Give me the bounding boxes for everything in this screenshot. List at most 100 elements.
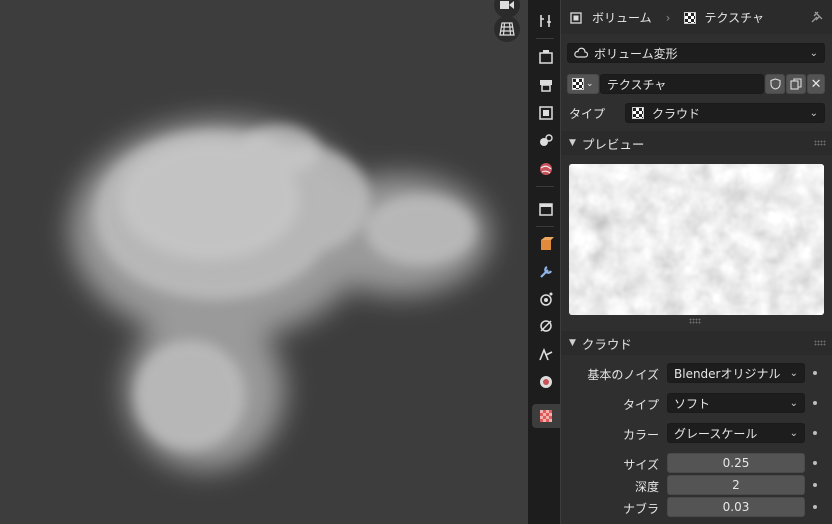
properties-header: ボリューム › テクスチャ: [561, 0, 832, 34]
type-label: タイプ: [569, 107, 606, 121]
nabla-value: 0.03: [722, 500, 750, 514]
texture-browse-button[interactable]: ⌄: [567, 74, 599, 94]
preview-resize-handle[interactable]: [689, 318, 701, 324]
unlink-texture-button[interactable]: ✕: [807, 74, 826, 94]
texture-name-value: テクスチャ: [606, 77, 667, 92]
render-icon: [539, 50, 553, 64]
output-icon: [540, 80, 552, 92]
depth-value: 2: [732, 478, 740, 492]
size-slider[interactable]: 0.25: [667, 453, 805, 473]
tab-modifier[interactable]: [532, 260, 560, 284]
tab-texture[interactable]: [532, 404, 560, 428]
object-icon: [541, 237, 554, 250]
keyframe-dot[interactable]: [813, 461, 817, 465]
texture-icon: [540, 410, 552, 422]
color-select[interactable]: グレースケール ⌄: [667, 423, 805, 443]
clouds-section-title: クラウド: [581, 336, 632, 352]
tab-particles[interactable]: [532, 287, 560, 311]
collection-icon: [539, 203, 553, 216]
modifier-select[interactable]: ボリューム変形 ⌄: [567, 43, 825, 63]
chevron-down-icon: ⌄: [809, 47, 818, 59]
world-icon: [540, 163, 552, 175]
modifier-icon: [540, 266, 552, 278]
breadcrumb-object: ボリューム: [592, 11, 652, 25]
depth-label: 深度: [634, 480, 659, 494]
size-value: 0.25: [722, 456, 750, 470]
breadcrumb-texture: テクスチャ: [704, 11, 764, 25]
texture-datablock: ⌄ テクスチャ ✕: [567, 74, 826, 94]
cloud-noise-preview: [569, 164, 824, 315]
keyframe-dot[interactable]: [813, 505, 817, 509]
noise-basis-value: Blenderオリジナル: [674, 366, 781, 381]
texture-type-value: クラウド: [652, 106, 701, 121]
tab-world[interactable]: [532, 157, 560, 181]
scene-icon: [540, 134, 553, 146]
physics-icon: [540, 320, 552, 332]
depth-slider[interactable]: 2: [667, 475, 805, 495]
duplicate-texture-button[interactable]: [786, 74, 807, 94]
chevron-down-icon: ⌄: [789, 367, 798, 379]
close-icon: ✕: [810, 76, 822, 92]
keyframe-dot[interactable]: [813, 371, 817, 375]
breadcrumb-separator: ›: [665, 10, 671, 25]
disclosure-triangle-icon: ▼: [569, 338, 576, 348]
drag-handle-icon[interactable]: [814, 340, 826, 346]
drag-handle-icon[interactable]: [814, 140, 826, 146]
fake-user-button[interactable]: [765, 74, 786, 94]
preview-section-title: プレビュー: [581, 136, 645, 152]
pin-icon[interactable]: [810, 10, 824, 24]
texture-checker-icon: [684, 11, 697, 24]
camera-icon: [500, 1, 514, 9]
tab-output[interactable]: [532, 73, 560, 97]
chevron-down-icon: ⌄: [789, 427, 798, 439]
modifier-select-value: ボリューム変形: [594, 46, 678, 61]
properties-tab-strip: [528, 0, 560, 524]
particles-icon: [540, 292, 553, 306]
constraints-icon: [539, 347, 553, 361]
size-label: サイズ: [623, 458, 659, 472]
nabla-slider[interactable]: 0.03: [667, 497, 805, 517]
copy-icon: [790, 78, 802, 90]
noise-type-value: ソフト: [674, 396, 711, 411]
disclosure-triangle-icon: ▼: [569, 138, 576, 148]
texture-checker-icon: [572, 78, 584, 90]
view-layer-icon: [539, 106, 553, 120]
tab-object[interactable]: [532, 232, 560, 256]
texture-type-select[interactable]: クラウド ⌄: [625, 103, 825, 123]
keyframe-dot[interactable]: [813, 431, 817, 435]
tool-icon: [540, 15, 551, 27]
breadcrumb: ボリューム › テクスチャ: [569, 9, 764, 26]
tab-physics[interactable]: [532, 314, 560, 338]
nabla-label: ナブラ: [622, 502, 659, 516]
tab-render[interactable]: [532, 45, 560, 69]
noise-basis-select[interactable]: Blenderオリジナル ⌄: [667, 363, 805, 383]
texture-checker-icon: [632, 107, 644, 119]
data-icon: [540, 376, 552, 388]
clouds-section-header[interactable]: ▼ クラウド: [561, 331, 832, 355]
tab-scene[interactable]: [532, 129, 560, 153]
tab-data[interactable]: [532, 370, 560, 394]
perspective-toggle-button[interactable]: [494, 16, 520, 42]
keyframe-dot[interactable]: [813, 401, 817, 405]
noise-basis-label: 基本のノイズ: [587, 368, 659, 382]
tab-collection[interactable]: [532, 197, 560, 221]
volume-object-icon: [570, 11, 582, 24]
color-label: カラー: [622, 428, 659, 442]
texture-name-field[interactable]: テクスチャ: [599, 74, 765, 94]
chevron-down-icon: ⌄: [586, 79, 594, 89]
preview-section-header[interactable]: ▼ プレビュー: [561, 131, 832, 155]
texture-preview: [569, 164, 824, 315]
grid-icon: [499, 22, 515, 36]
tab-tool[interactable]: [532, 9, 560, 33]
cloud-icon: [574, 47, 588, 58]
chevron-down-icon: ⌄: [809, 107, 818, 119]
color-value: グレースケール: [674, 426, 758, 441]
tab-view-layer[interactable]: [532, 101, 560, 125]
keyframe-dot[interactable]: [813, 483, 817, 487]
tab-constraints[interactable]: [532, 342, 560, 366]
chevron-down-icon: ⌄: [789, 397, 798, 409]
shield-icon: [770, 78, 781, 90]
noise-type-select[interactable]: ソフト ⌄: [667, 393, 805, 413]
properties-panel: ボリューム › テクスチャ ボリューム変形 ⌄ ⌄ テクスチャ ✕ タイプ クラ…: [561, 0, 832, 524]
3d-viewport[interactable]: [0, 0, 528, 524]
